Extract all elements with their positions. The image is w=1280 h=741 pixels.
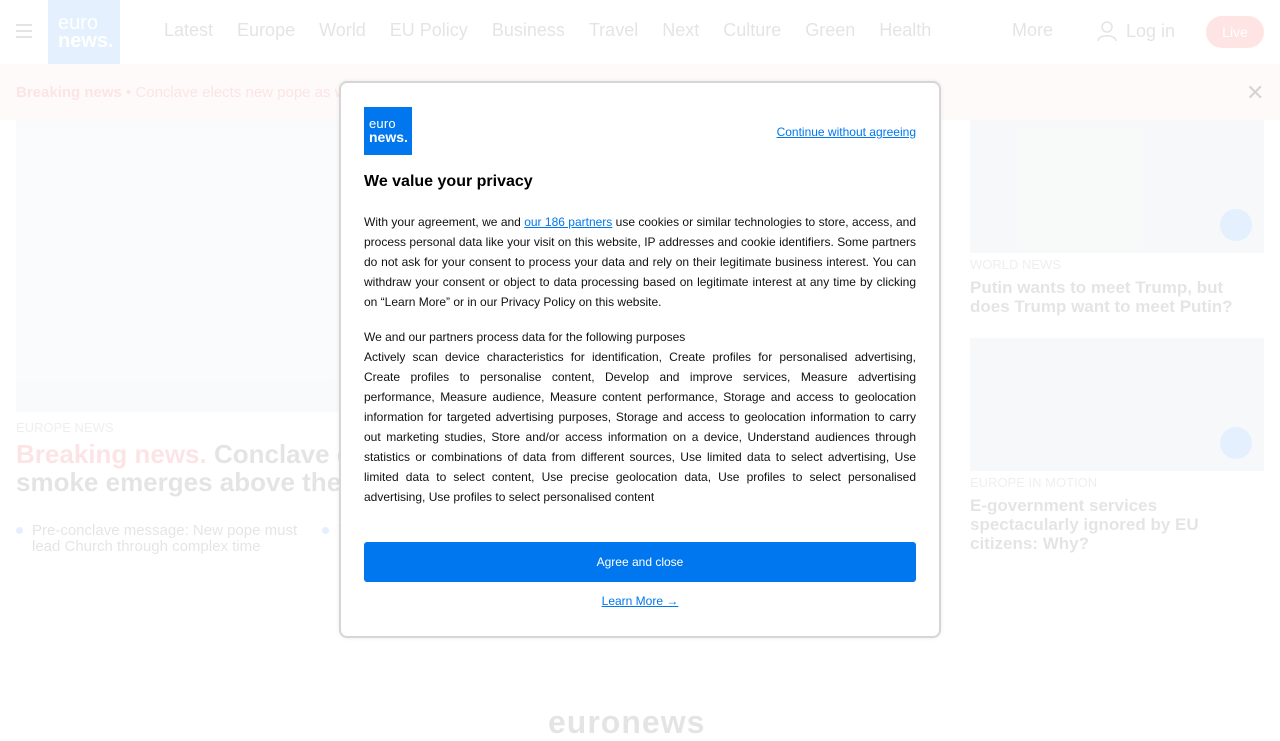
side-article-card[interactable]: EUROPE IN MOTION E-government services s… <box>970 338 1264 553</box>
consent-description-end: use cookies or similar technologies to s… <box>364 215 916 309</box>
logo-text-bottom: news. <box>58 32 112 50</box>
consent-description-start: With your agreement, we and <box>364 215 524 229</box>
breaking-text: • Conclave elects new pope as wh <box>126 84 354 101</box>
site-logo[interactable]: euro news. <box>48 0 120 72</box>
nav-item-latest[interactable]: Latest <box>164 20 213 41</box>
top-navigation: euro news. Latest Europe World EU Policy… <box>0 0 1280 64</box>
side-article-image <box>970 338 1264 471</box>
footer-logo: euronews <box>548 704 705 741</box>
side-article-tag: WORLD NEWS <box>970 257 1264 272</box>
nav-more-button[interactable]: More <box>1012 20 1053 41</box>
consent-description: With your agreement, we and our 186 part… <box>364 212 916 312</box>
learn-more-container: Learn More → <box>341 594 939 608</box>
privacy-consent-dialog: euro news. Continue without agreeing We … <box>339 81 941 638</box>
related-link[interactable]: Pre-conclave message: New pope must lead… <box>16 523 306 555</box>
nav-item-world[interactable]: World <box>319 20 366 41</box>
nav-menu: Latest Europe World EU Policy Business T… <box>164 20 931 41</box>
purposes-list: Actively scan device characteristics for… <box>364 347 916 507</box>
hero-category-tag[interactable]: EUROPE NEWS <box>16 420 114 435</box>
live-button[interactable]: Live <box>1206 16 1264 48</box>
nav-item-green[interactable]: Green <box>805 20 855 41</box>
login-label: Log in <box>1126 21 1175 42</box>
side-article-title[interactable]: Putin wants to meet Trump, but does Trum… <box>970 278 1264 316</box>
hero-headline-prefix: Breaking news. <box>16 439 207 469</box>
modal-logo-text-bottom: news. <box>369 130 412 144</box>
user-icon <box>1096 20 1118 42</box>
nav-item-health[interactable]: Health <box>879 20 931 41</box>
nav-item-next[interactable]: Next <box>662 20 699 41</box>
close-icon[interactable]: ✕ <box>1246 84 1264 102</box>
side-article-image <box>970 120 1264 253</box>
partners-link[interactable]: our 186 partners <box>524 215 612 229</box>
nav-item-culture[interactable]: Culture <box>723 20 781 41</box>
continue-without-agreeing-link[interactable]: Continue without agreeing <box>777 125 916 139</box>
side-article-card[interactable]: WORLD NEWS Putin wants to meet Trump, bu… <box>970 120 1264 316</box>
side-article-title[interactable]: E-government services spectacularly igno… <box>970 496 1264 553</box>
breaking-label: Breaking news <box>16 84 122 101</box>
hero-headline-rest: Conclave el <box>207 439 359 469</box>
hero-headline-line2: smoke emerges above the V <box>16 467 366 497</box>
purposes-heading: We and our partners process data for the… <box>364 327 685 347</box>
agree-and-close-button[interactable]: Agree and close <box>364 542 916 582</box>
nav-item-eu-policy[interactable]: EU Policy <box>390 20 468 41</box>
side-article-tag: EUROPE IN MOTION <box>970 475 1264 490</box>
dialog-title: We value your privacy <box>364 173 533 191</box>
euronews-logo: euro news. <box>364 107 412 155</box>
nav-item-travel[interactable]: Travel <box>589 20 638 41</box>
login-button[interactable]: Log in <box>1096 20 1175 42</box>
play-icon[interactable] <box>1220 427 1252 459</box>
learn-more-link[interactable]: Learn More → <box>602 594 679 608</box>
play-icon[interactable] <box>1220 209 1252 241</box>
nav-item-europe[interactable]: Europe <box>237 20 295 41</box>
hamburger-icon[interactable] <box>16 24 32 38</box>
nav-item-business[interactable]: Business <box>492 20 565 41</box>
